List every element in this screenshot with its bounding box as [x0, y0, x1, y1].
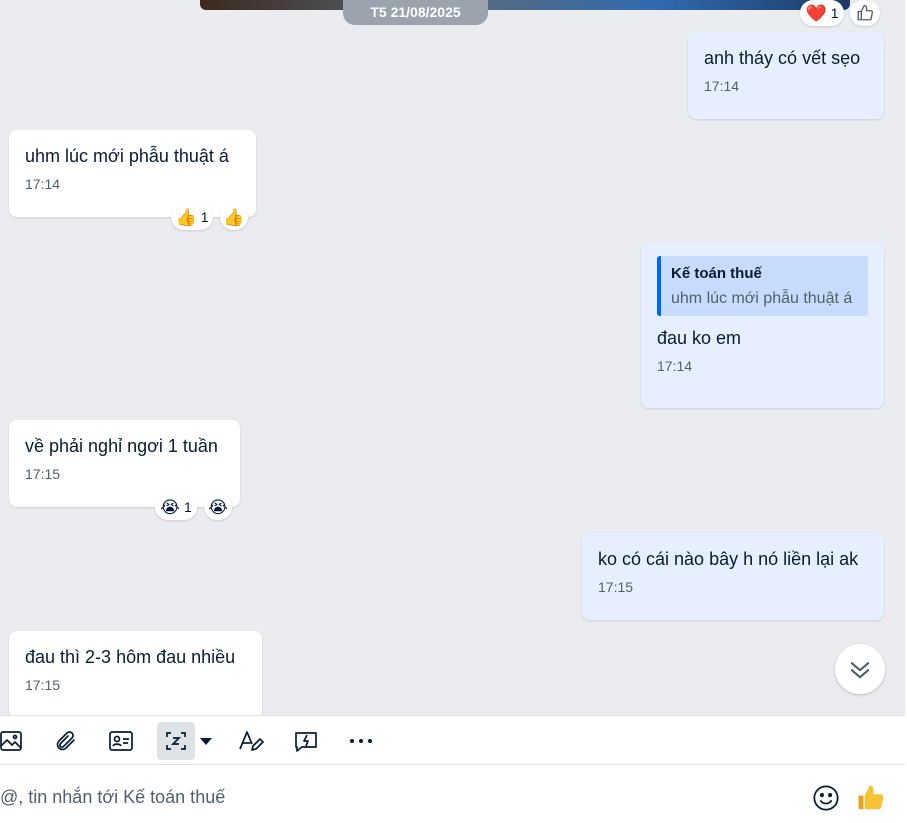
chat-area: T5 21/08/2025 ❤️ 1 anh tháy có vết sẹo 1… [0, 0, 907, 715]
message-time: 17:14 [25, 176, 61, 192]
message-text: đau thì 2-3 hôm đau nhiều [25, 647, 236, 667]
date-separator: T5 21/08/2025 [343, 0, 488, 25]
more-options-button[interactable] [342, 722, 380, 760]
message-text: anh tháy có vết sẹo [704, 48, 861, 68]
crying-face-icon: 😭 [160, 497, 181, 517]
message-bubble-outgoing[interactable]: anh tháy có vết sẹo 17:14 [688, 32, 884, 119]
message-text: đau ko em [657, 328, 742, 348]
caret-down-icon [200, 738, 212, 745]
image-message-preview[interactable] [200, 0, 850, 10]
scroll-to-bottom-button[interactable] [835, 644, 885, 694]
send-contact-button[interactable] [102, 722, 140, 760]
contact-card-icon [109, 731, 133, 751]
message-time: 17:14 [704, 78, 740, 94]
reply-quote[interactable]: Kế toán thuế uhm lúc mới phẫu thuật á [657, 256, 868, 316]
thumbs-up-icon: 👍 [223, 207, 245, 227]
thumbs-up-icon: 👍 [175, 207, 197, 227]
quote-sender: Kế toán thuế [671, 265, 762, 282]
reaction-count: 1 [200, 209, 209, 225]
quick-message-button[interactable] [287, 722, 325, 760]
reaction-count: 1 [830, 5, 839, 21]
message-time: 17:15 [598, 579, 634, 595]
message-bubble-incoming[interactable]: uhm lúc mới phẫu thuật á 17:14 [9, 130, 256, 217]
emoji-button[interactable] [812, 784, 840, 812]
message-time: 17:15 [25, 677, 61, 693]
smiley-icon [813, 785, 839, 811]
message-bubble-incoming[interactable]: về phải nghỉ ngơi 1 tuần 17:15 [9, 420, 240, 507]
quick-message-icon [295, 732, 317, 752]
send-image-button[interactable] [0, 722, 30, 760]
heart-icon: ❤️ [805, 3, 827, 23]
screenshot-button[interactable] [157, 722, 195, 760]
screenshot-icon [166, 732, 186, 750]
message-time: 17:14 [657, 358, 693, 374]
quote-text: uhm lúc mới phẫu thuật á [671, 290, 853, 307]
format-text-icon [239, 731, 264, 751]
crying-face-icon: 😭 [208, 497, 228, 517]
attach-file-button[interactable] [47, 722, 85, 760]
attachment-icon [56, 731, 75, 751]
send-like-button[interactable] [856, 783, 886, 813]
thumbs-up-icon [858, 785, 884, 810]
message-text: uhm lúc mới phẫu thuật á [25, 146, 229, 166]
text-format-button[interactable] [232, 722, 270, 760]
message-composer: @, tin nhắn tới Kế toán thuế [0, 765, 907, 823]
reaction-badge[interactable]: ❤️ 1 [800, 0, 844, 26]
add-reaction-button[interactable] [850, 0, 880, 26]
screenshot-options-dropdown[interactable] [196, 722, 216, 760]
react-button[interactable]: 😭 [204, 494, 232, 520]
message-text: về phải nghỉ ngơi 1 tuần [25, 436, 218, 456]
message-text: ko có cái nào bây h nó liền lại ak [598, 549, 859, 569]
react-button[interactable]: 👍 [220, 204, 248, 230]
like-outline-icon [857, 4, 874, 21]
image-icon [0, 731, 22, 751]
reaction-badge[interactable]: 👍 1 [171, 204, 213, 230]
message-time: 17:15 [25, 466, 61, 482]
reaction-badge[interactable]: 😭 1 [155, 494, 197, 520]
message-bubble-outgoing[interactable]: ko có cái nào bây h nó liền lại ak 17:15 [582, 533, 884, 620]
message-bubble-outgoing[interactable]: Kế toán thuế uhm lúc mới phẫu thuật á đa… [641, 242, 884, 408]
more-icon [350, 739, 372, 743]
composer-toolbar [0, 715, 907, 765]
message-bubble-incoming[interactable]: đau thì 2-3 hôm đau nhiều 17:15 [9, 631, 262, 715]
message-input[interactable]: @, tin nhắn tới Kế toán thuế [0, 787, 225, 808]
double-chevron-down-icon [850, 662, 870, 679]
reaction-count: 1 [184, 499, 192, 515]
